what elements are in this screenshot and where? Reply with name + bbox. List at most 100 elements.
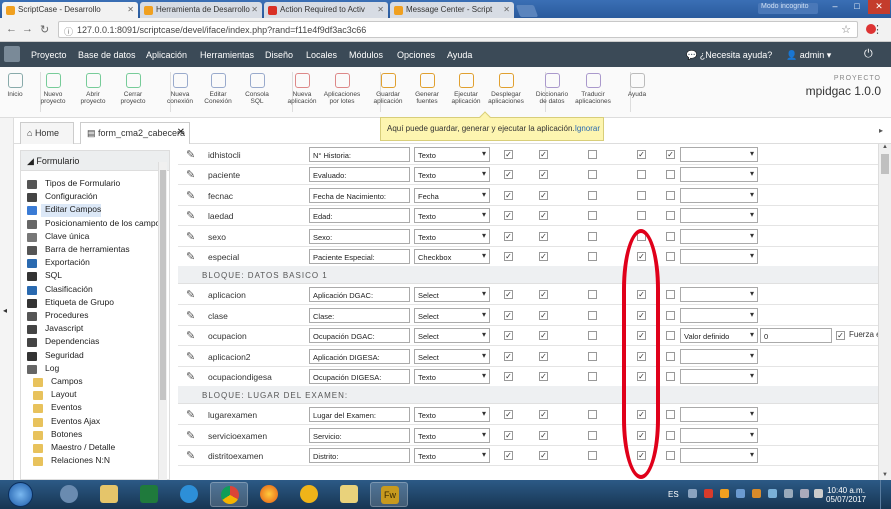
help-link[interactable]: 💬 ¿Necesita ayuda? [686, 50, 772, 61]
field-checkbox[interactable] [588, 451, 597, 461]
field-checkbox[interactable] [666, 372, 675, 381]
field-checkbox[interactable]: ✓ [539, 451, 548, 461]
default-value-select[interactable] [680, 287, 758, 303]
toolbar-editar-conexion-button[interactable]: Editar Conexión [198, 73, 238, 105]
edit-pencil-icon[interactable]: ✎ [186, 329, 195, 342]
edit-pencil-icon[interactable]: ✎ [186, 230, 195, 243]
sidebar-item-barra-de-herramientas[interactable]: Barra de herramientas [27, 244, 130, 257]
field-label-input[interactable]: N° Historia: [309, 147, 410, 162]
toolbar-aplicaciones-por-lotes-button[interactable]: Aplicaciones por lotes [322, 73, 362, 105]
field-checkbox[interactable] [666, 252, 675, 261]
field-checkbox[interactable]: ✓ [539, 170, 548, 180]
sidebar-scrollbar[interactable] [158, 162, 167, 480]
field-type-select[interactable]: Select [414, 348, 490, 364]
field-checkbox[interactable]: ✓ [504, 190, 513, 200]
field-checkbox[interactable] [588, 290, 597, 300]
field-type-select[interactable]: Select [414, 328, 490, 344]
field-checkbox[interactable]: ✓ [504, 410, 513, 420]
toolbar-ayuda-button[interactable]: Ayuda [617, 73, 657, 98]
default-value-select[interactable]: Valor definido [680, 328, 758, 344]
field-checkbox[interactable] [588, 150, 597, 159]
main-scrollbar[interactable]: ▲ ▼ [878, 144, 891, 480]
field-label-input[interactable]: Aplicación DIGESA: [309, 348, 410, 364]
profile-chip[interactable]: Modo incognito [758, 3, 818, 14]
field-checkbox[interactable] [666, 190, 675, 200]
field-checkbox[interactable] [666, 430, 675, 440]
edit-pencil-icon[interactable]: ✎ [186, 288, 195, 301]
menu-base-de-datos[interactable]: Base de datos [78, 50, 136, 60]
start-button[interactable] [2, 480, 46, 509]
sidebar-item-dependencias[interactable]: Dependencias [27, 336, 99, 349]
field-type-select[interactable]: Checkbox [414, 249, 490, 264]
tab-close-icon[interactable]: ✕ [177, 127, 185, 138]
toolbar-traducir-aplicaciones-button[interactable]: Traducir aplicaciones [573, 73, 613, 105]
field-checkbox[interactable] [588, 410, 597, 420]
field-checkbox[interactable]: ✓ [504, 430, 513, 440]
default-value-select[interactable] [680, 228, 758, 244]
tooltip-ignore-link[interactable]: Ignorar [575, 124, 600, 133]
field-checkbox[interactable] [588, 211, 597, 221]
field-label-input[interactable]: Sexo: [309, 228, 410, 244]
language-indicator[interactable]: ES [668, 490, 679, 499]
sidebar-item-posicionamiento-de-los-campos[interactable]: Posicionamiento de los campos [27, 218, 165, 231]
tabs-scroll-right-icon[interactable]: ▸ [879, 118, 891, 144]
field-label-input[interactable]: Ocupación DIGESA: [309, 369, 410, 384]
field-checkbox[interactable] [666, 211, 675, 221]
tray-bluetooth-icon[interactable] [736, 489, 745, 498]
forward-icon[interactable]: → [22, 23, 33, 35]
sidebar-item-campos[interactable]: Campos [33, 376, 83, 389]
edit-pencil-icon[interactable]: ✎ [186, 309, 195, 322]
bookmark-star-icon[interactable]: ☆ [841, 23, 851, 36]
default-value-input[interactable]: 0 [760, 328, 832, 344]
field-checkbox[interactable] [588, 310, 597, 320]
tray-acrobat-icon[interactable] [704, 489, 713, 498]
browser-tab-message-center[interactable]: Message Center - Script ✕ [390, 2, 514, 18]
reload-icon[interactable]: ↻ [40, 23, 49, 36]
field-checkbox[interactable]: ✓ [504, 252, 513, 261]
browser-tab-herramienta[interactable]: Herramienta de Desarrollo ✕ [140, 2, 262, 18]
sidebar-item-eventos[interactable]: Eventos [33, 402, 82, 415]
field-checkbox[interactable] [666, 351, 675, 361]
field-checkbox[interactable] [588, 231, 597, 241]
default-value-select[interactable] [680, 448, 758, 464]
sidebar-item-editar-campos[interactable]: Editar Campos [27, 204, 102, 218]
field-checkbox[interactable]: ✓ [504, 150, 513, 159]
toolbar-cerrar-proyecto-button[interactable]: Cerrar proyecto [113, 73, 153, 105]
field-label-input[interactable]: Servicio: [309, 427, 410, 443]
sidebar-item-etiqueta-de-grupo[interactable]: Etiqueta de Grupo [27, 297, 114, 310]
maximize-icon[interactable]: □ [846, 0, 868, 14]
field-checkbox[interactable]: ✓ [504, 310, 513, 320]
tray-app-icon[interactable] [752, 489, 761, 498]
scroll-up-icon[interactable]: ▲ [882, 144, 888, 150]
field-checkbox[interactable] [588, 372, 597, 381]
tab-close-icon[interactable]: ✕ [503, 5, 510, 14]
sidebar-item-clasificacion[interactable]: Clasificación [27, 284, 93, 297]
default-value-select[interactable] [680, 167, 758, 183]
taskbar-chrome[interactable] [210, 482, 248, 507]
sidebar-item-layout[interactable]: Layout [33, 389, 77, 402]
field-checkbox[interactable]: ✓ [539, 190, 548, 200]
sidebar-item-botones[interactable]: Botones [33, 429, 82, 442]
taskbar-firefox[interactable] [250, 482, 288, 507]
menu-locales[interactable]: Locales [306, 50, 337, 60]
menu-opciones[interactable]: Opciones [397, 50, 435, 60]
taskbar-ie[interactable] [170, 482, 208, 507]
field-type-select[interactable]: Texto [414, 228, 490, 244]
field-checkbox[interactable]: ✓ [504, 290, 513, 300]
close-window-icon[interactable]: ✕ [868, 0, 890, 14]
new-tab-button[interactable] [515, 5, 539, 17]
field-type-select[interactable]: Texto [414, 147, 490, 162]
edit-pencil-icon[interactable]: ✎ [186, 189, 195, 202]
field-checkbox[interactable]: ✓ [539, 410, 548, 420]
taskbar-app-duck[interactable] [290, 482, 328, 507]
field-checkbox[interactable]: ✓ [539, 430, 548, 440]
tray-monitor-icon[interactable] [784, 489, 793, 498]
field-checkbox[interactable] [637, 190, 646, 200]
tray-chevron-icon[interactable] [688, 489, 697, 498]
menu-modulos[interactable]: Módulos [349, 50, 383, 60]
toolbar-nuevo-proyecto-button[interactable]: Nuevo proyecto [33, 73, 73, 105]
edit-pencil-icon[interactable]: ✎ [186, 408, 195, 421]
minimize-icon[interactable]: – [824, 0, 846, 14]
sidebar-header[interactable]: ◢ Formulario [21, 151, 169, 171]
sidebar-item-javascript[interactable]: Javascript [27, 323, 83, 336]
